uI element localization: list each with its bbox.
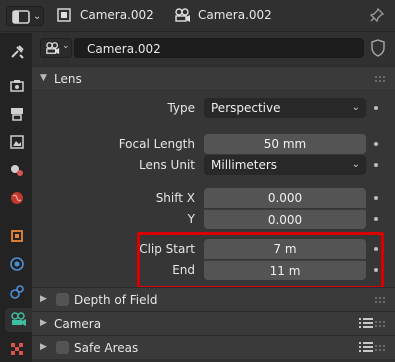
panel-header-safe-areas[interactable]: ▶ Safe Areas xyxy=(32,335,395,359)
tab-physics[interactable] xyxy=(4,253,30,277)
keyframe-dot[interactable] xyxy=(374,106,378,110)
chevron-down-icon: ⌄ xyxy=(62,41,70,51)
presets-list-icon[interactable] xyxy=(359,341,373,356)
collapse-arrow-icon: ▶ xyxy=(40,294,47,304)
tab-scene[interactable] xyxy=(4,159,30,183)
type-label: Type xyxy=(167,101,195,115)
data-block-selector: ⌄ Camera.002 xyxy=(40,38,388,58)
tab-output[interactable] xyxy=(4,103,30,127)
render-icon xyxy=(9,78,25,97)
constraint-icon xyxy=(9,284,25,303)
type-dropdown[interactable]: Perspective ⌄ xyxy=(204,98,366,118)
panel-header-camera[interactable]: ▶ Camera xyxy=(32,311,395,335)
properties-header: ⌄ Camera.002 Camera.002 xyxy=(0,0,395,32)
collapse-arrow-icon: ▶ xyxy=(40,342,47,352)
properties-tab-bar xyxy=(0,33,32,362)
tab-camera-data[interactable] xyxy=(5,308,32,332)
lens-unit-value: Millimeters xyxy=(211,158,278,172)
keyframe-dot[interactable] xyxy=(374,163,378,167)
focal-length-label: Focal Length xyxy=(118,137,195,151)
camera-data-icon xyxy=(45,41,61,58)
chevron-down-icon: ⌄ xyxy=(33,11,42,22)
expand-arrow-icon: ▼ xyxy=(40,73,47,83)
data-name-field[interactable]: Camera.002 xyxy=(74,38,364,58)
panel-title: Lens xyxy=(54,72,82,86)
tab-render[interactable] xyxy=(4,75,30,99)
camera-data-tab-icon xyxy=(10,311,28,330)
camera-object-icon xyxy=(56,7,72,26)
clip-highlight-box xyxy=(137,232,384,289)
view-layer-icon xyxy=(9,134,25,153)
shift-y-field[interactable]: 0.000 xyxy=(204,209,366,229)
fake-user-shield-icon[interactable] xyxy=(370,39,386,60)
properties-main: ⌄ Camera.002 ▼ Lens Type Perspective ⌄ F… xyxy=(32,33,395,362)
lens-unit-dropdown[interactable]: Millimeters ⌄ xyxy=(204,155,366,175)
tab-object[interactable] xyxy=(4,225,30,249)
chevron-down-icon: ⌄ xyxy=(351,159,360,170)
editor-type-icon xyxy=(12,10,30,24)
tab-constraints[interactable] xyxy=(4,281,30,305)
type-value: Perspective xyxy=(211,101,281,115)
drag-handle-icon[interactable] xyxy=(375,321,387,327)
drag-handle-icon[interactable] xyxy=(375,76,387,82)
panel-title: Camera xyxy=(54,317,102,331)
lens-unit-label: Lens Unit xyxy=(139,158,195,172)
presets-list-icon[interactable] xyxy=(359,317,373,332)
texture-icon xyxy=(9,341,25,360)
collapse-arrow-icon: ▶ xyxy=(40,318,47,328)
drag-handle-icon[interactable] xyxy=(375,345,387,351)
world-icon xyxy=(9,190,25,209)
panel-title: Depth of Field xyxy=(74,293,158,307)
physics-icon xyxy=(9,256,25,275)
focal-length-field[interactable]: 50 mm xyxy=(204,134,366,154)
panel-title: Safe Areas xyxy=(74,341,139,355)
data-type-dropdown[interactable]: ⌄ xyxy=(40,38,72,58)
shift-x-label: Shift X xyxy=(155,191,195,205)
object-icon xyxy=(9,228,25,247)
tab-view-layer[interactable] xyxy=(4,131,30,155)
pin-icon[interactable] xyxy=(369,7,385,26)
keyframe-dot[interactable] xyxy=(374,142,378,146)
scene-icon xyxy=(9,162,25,181)
depth-of-field-checkbox[interactable] xyxy=(56,293,69,306)
breadcrumb-object: Camera.002 xyxy=(80,8,154,22)
tab-world[interactable] xyxy=(4,187,30,211)
editor-type-dropdown[interactable]: ⌄ xyxy=(6,6,44,26)
chevron-down-icon: ⌄ xyxy=(351,102,360,113)
output-icon xyxy=(9,106,25,125)
camera-data-icon xyxy=(174,7,192,26)
shift-y-label: Y xyxy=(187,212,195,226)
tab-tool[interactable] xyxy=(4,41,30,65)
panel-header-depth-of-field[interactable]: ▶ Depth of Field xyxy=(32,287,395,311)
keyframe-dot[interactable] xyxy=(374,217,378,221)
safe-areas-checkbox[interactable] xyxy=(56,341,69,354)
keyframe-dot[interactable] xyxy=(374,196,378,200)
tool-icon xyxy=(9,44,25,63)
drag-handle-icon[interactable] xyxy=(375,297,387,303)
panel-header-lens[interactable]: ▼ Lens xyxy=(32,66,395,90)
shift-x-field[interactable]: 0.000 xyxy=(204,188,366,208)
tab-texture[interactable] xyxy=(4,338,30,362)
breadcrumb-data: Camera.002 xyxy=(198,8,272,22)
